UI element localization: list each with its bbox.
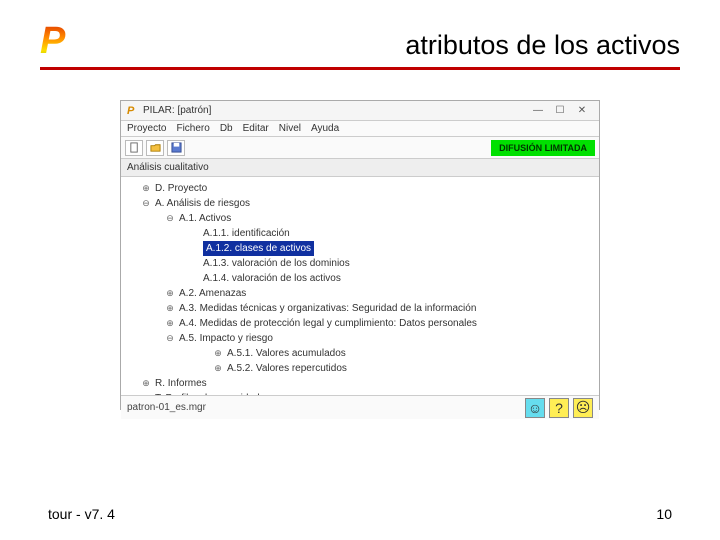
slide-number: 10 <box>656 506 672 522</box>
toggle-icon[interactable]: ⊕ <box>165 316 175 331</box>
tree-node-a[interactable]: ⊖A. Análisis de riesgos <box>129 196 595 211</box>
toggle-icon[interactable]: ⊖ <box>141 196 151 211</box>
folder-open-icon <box>150 142 161 153</box>
window-title: PILAR: [patrón] <box>143 105 527 116</box>
tree-node-a12[interactable]: A.1.2. clases de activos <box>129 241 595 256</box>
save-button[interactable] <box>167 140 185 156</box>
leaf-icon <box>189 241 199 256</box>
toggle-icon[interactable]: ⊕ <box>213 346 223 361</box>
tree-node-r[interactable]: ⊕R. Informes <box>129 376 595 391</box>
minimize-button[interactable]: — <box>527 105 549 116</box>
tree-node-a51[interactable]: ⊕A.5.1. Valores acumulados <box>129 346 595 361</box>
leaf-icon <box>189 256 199 271</box>
pilar-window: P PILAR: [patrón] — ☐ ✕ Proyecto Fichero… <box>120 100 600 410</box>
menu-db[interactable]: Db <box>220 123 233 134</box>
sad-button[interactable]: ☹ <box>573 398 593 418</box>
help-button[interactable]: ? <box>549 398 569 418</box>
toggle-icon[interactable]: ⊕ <box>165 301 175 316</box>
toggle-icon[interactable]: ⊕ <box>141 181 151 196</box>
slide-title: atributos de los activos <box>75 30 680 63</box>
toggle-icon[interactable]: ⊕ <box>141 391 151 395</box>
menu-fichero[interactable]: Fichero <box>176 123 209 134</box>
tree-node-a13[interactable]: A.1.3. valoración de los dominios <box>129 256 595 271</box>
toggle-icon[interactable]: ⊖ <box>165 211 175 226</box>
menu-ayuda[interactable]: Ayuda <box>311 123 339 134</box>
menu-editar[interactable]: Editar <box>243 123 269 134</box>
question-icon: ? <box>555 400 563 416</box>
tree-node-a2[interactable]: ⊕A.2. Amenazas <box>129 286 595 301</box>
tree-node-a4[interactable]: ⊕A.4. Medidas de protección legal y cump… <box>129 316 595 331</box>
tree-view[interactable]: ⊕D. Proyecto ⊖A. Análisis de riesgos ⊖A.… <box>121 177 599 395</box>
tree-node-a3[interactable]: ⊕A.3. Medidas técnicas y organizativas: … <box>129 301 595 316</box>
divider <box>40 67 680 70</box>
logo-p: P <box>40 20 75 63</box>
smile-button[interactable]: ☺ <box>525 398 545 418</box>
app-icon: P <box>127 105 139 117</box>
maximize-button[interactable]: ☐ <box>549 105 571 116</box>
tree-node-a1[interactable]: ⊖A.1. Activos <box>129 211 595 226</box>
toggle-icon[interactable]: ⊕ <box>213 361 223 376</box>
toggle-icon[interactable]: ⊕ <box>141 376 151 391</box>
statusbar: patron-01_es.mgr ☺ ? ☹ <box>121 395 599 419</box>
tree-node-a5[interactable]: ⊖A.5. Impacto y riesgo <box>129 331 595 346</box>
leaf-icon <box>189 226 199 241</box>
menubar: Proyecto Fichero Db Editar Nivel Ayuda <box>121 121 599 137</box>
open-button[interactable] <box>146 140 164 156</box>
close-button[interactable]: ✕ <box>571 105 593 116</box>
toolbar: DIFUSIÓN LIMITADA <box>121 137 599 159</box>
tree-node-a14[interactable]: A.1.4. valoración de los activos <box>129 271 595 286</box>
file-icon <box>129 142 140 153</box>
status-file: patron-01_es.mgr <box>127 402 521 413</box>
save-icon <box>171 142 182 153</box>
menu-proyecto[interactable]: Proyecto <box>127 123 166 134</box>
sad-icon: ☹ <box>576 399 591 416</box>
tree-node-a11[interactable]: A.1.1. identificación <box>129 226 595 241</box>
menu-nivel[interactable]: Nivel <box>279 123 301 134</box>
section-header: Análisis cualitativo <box>121 159 599 177</box>
diffusion-badge: DIFUSIÓN LIMITADA <box>491 140 595 156</box>
footer-left: tour - v7. 4 <box>48 506 115 522</box>
titlebar: P PILAR: [patrón] — ☐ ✕ <box>121 101 599 121</box>
tree-node-a52[interactable]: ⊕A.5.2. Valores repercutidos <box>129 361 595 376</box>
toggle-icon[interactable]: ⊕ <box>165 286 175 301</box>
new-button[interactable] <box>125 140 143 156</box>
toggle-icon[interactable]: ⊖ <box>165 331 175 346</box>
slide-footer: tour - v7. 4 10 <box>48 506 672 522</box>
tree-node-d[interactable]: ⊕D. Proyecto <box>129 181 595 196</box>
leaf-icon <box>189 271 199 286</box>
selected-item: A.1.2. clases de activos <box>203 241 314 256</box>
smile-icon: ☺ <box>528 400 542 416</box>
